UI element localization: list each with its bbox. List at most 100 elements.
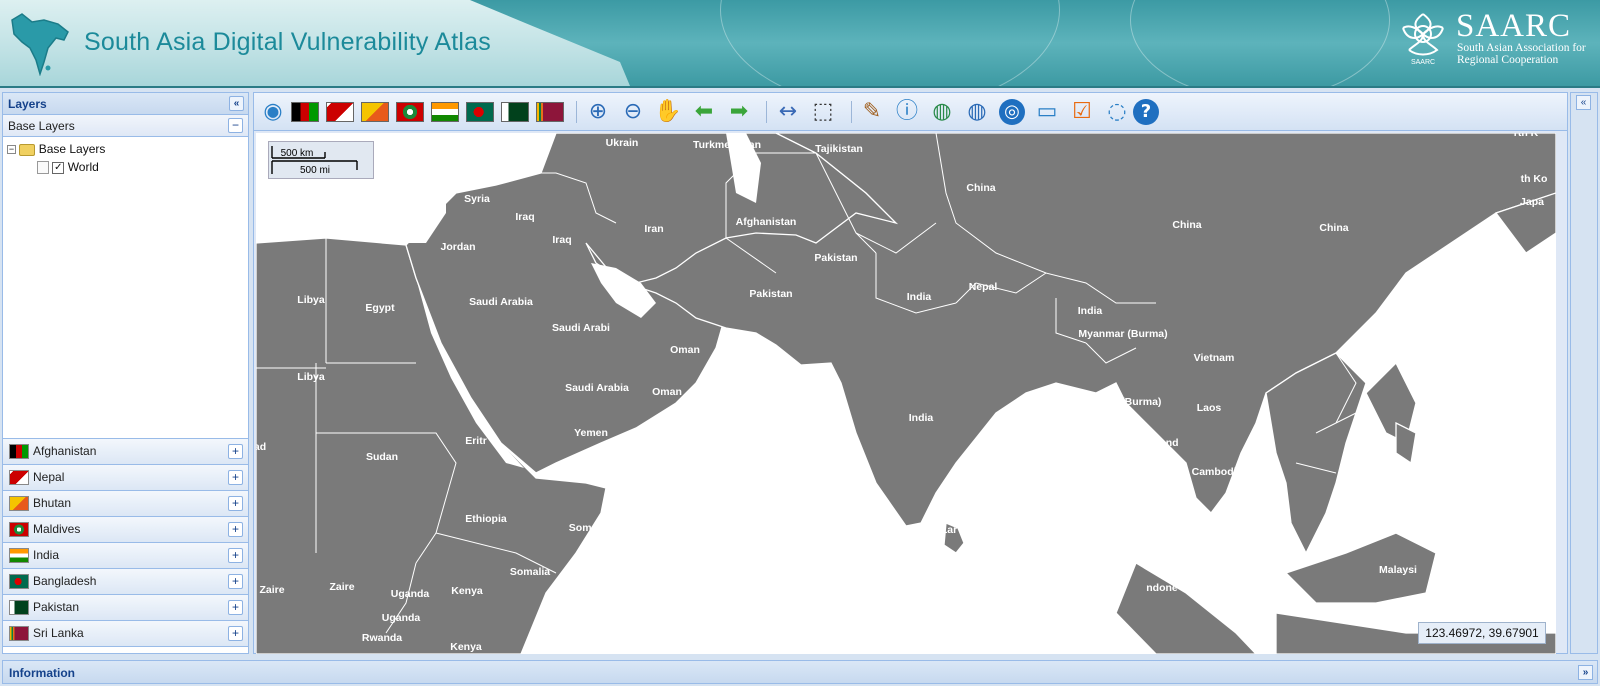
map-label: India (909, 412, 934, 424)
tree-node-world[interactable]: ✓ World (7, 158, 244, 176)
country-section-nepal[interactable]: Nepal + (3, 465, 248, 491)
world-layer-checkbox[interactable]: ✓ (52, 161, 65, 174)
globe-check-icon[interactable]: ◍ (928, 98, 956, 126)
nepal-flag-icon-swatch (326, 102, 354, 122)
map-label: Jordan (440, 241, 475, 253)
world-view-icon[interactable]: ◎ (998, 98, 1026, 126)
forward-arrow-icon[interactable]: ➡ (725, 98, 753, 126)
map-label: Tajikistan (815, 143, 863, 155)
map-canvas[interactable]: Turkey Ukrain Turkmenistan Tajikistan China C… (256, 133, 1556, 654)
zoom-out-icon[interactable]: ⊖ (619, 98, 647, 126)
print-icon[interactable]: ▭ (1033, 98, 1061, 126)
map-label: Uganda (382, 612, 421, 624)
map-view[interactable]: Turkey Ukrain Turkmenistan Tajikistan China C… (256, 133, 1556, 654)
expand-plus-icon[interactable]: + (228, 522, 243, 537)
right-panel-collapsed[interactable]: « (1570, 92, 1598, 654)
bangladesh-flag-icon[interactable] (466, 98, 494, 126)
layers-panel-header: Layers « (3, 93, 248, 115)
expand-plus-icon[interactable]: + (228, 496, 243, 511)
country-section-maldives[interactable]: Maldives + (3, 517, 248, 543)
india-flag-icon-swatch (431, 102, 459, 122)
map-label: Somali (569, 522, 604, 534)
expand-plus-icon[interactable]: + (228, 626, 243, 641)
double-chevron-down-icon[interactable]: » (1578, 665, 1593, 680)
collapse-minus-icon[interactable]: − (228, 118, 243, 133)
country-section-bhutan[interactable]: Bhutan + (3, 491, 248, 517)
pakistan-flag-icon-swatch (501, 102, 529, 122)
pan-hand-icon[interactable]: ✋ (654, 98, 682, 126)
toolbar-separator (576, 101, 577, 123)
information-panel-header[interactable]: Information » (2, 660, 1598, 684)
map-panel: ◉ ⊕ ⊖ ✋ ⬅ ➡ ↔ ⬚ ✎ ⓘ ◍ ◍ ◎ ▭ ☑ ◌? Turkey … (253, 92, 1568, 654)
bhutan-flag-icon[interactable] (361, 98, 389, 126)
country-sections: Afghanistan + Nepal + Bhutan + Maldives + India +… (3, 439, 248, 647)
globe-download-icon[interactable]: ◌ (1103, 98, 1131, 126)
map-label: Afghanistan (736, 216, 797, 228)
base-layers-section-header[interactable]: Base Layers − (3, 115, 248, 137)
nepal-flag-icon[interactable] (326, 98, 354, 126)
double-chevron-left-icon[interactable]: « (229, 96, 244, 111)
edit-notes-icon[interactable]: ✎ (858, 98, 886, 126)
cursor-coordinates: 123.46972, 39.67901 (1418, 622, 1546, 644)
globe-badge-icon-glyph: ◍ (967, 99, 987, 124)
scale-km-label: 500 km (281, 148, 314, 159)
zoom-full-extent-icon[interactable]: ◉ (259, 98, 287, 126)
country-section-label: Maldives (33, 522, 81, 536)
country-section-bangladesh[interactable]: Bangladesh + (3, 569, 248, 595)
south-asia-map-logo-icon (11, 13, 69, 76)
tree-collapse-icon[interactable]: − (7, 145, 16, 155)
measure-area-icon[interactable]: ⬚ (809, 98, 837, 126)
saarc-emblem-icon: SAARC (1402, 13, 1444, 66)
header-swirl (720, 0, 1060, 86)
country-section-afghanistan[interactable]: Afghanistan + (3, 439, 248, 465)
pakistan-flag-icon (9, 600, 29, 616)
india-flag-icon[interactable] (431, 98, 459, 126)
expand-plus-icon[interactable]: + (228, 470, 243, 485)
map-label: China (1319, 222, 1348, 234)
afghanistan-flag-icon (9, 444, 29, 460)
maldives-flag-icon (9, 522, 29, 538)
map-label: Iraq (515, 211, 534, 223)
sri-lanka-flag-icon[interactable] (536, 98, 564, 126)
map-label: Turkey (426, 139, 460, 151)
scale-bar-graphic: 500 km 500 mi (271, 146, 358, 176)
map-label: China (966, 182, 995, 194)
map-label: Cambodia (1192, 466, 1243, 478)
toolbar-separator (766, 101, 767, 123)
layer-tree: − Base Layers ✓ World (3, 137, 248, 439)
expand-plus-icon[interactable]: + (228, 444, 243, 459)
map-label: China (1172, 219, 1201, 231)
map-label: Saudi Arabia (565, 382, 629, 394)
measure-distance-icon[interactable]: ↔ (774, 98, 802, 126)
info-icon[interactable]: ⓘ (893, 98, 921, 126)
country-section-india[interactable]: India + (3, 543, 248, 569)
help-icon[interactable]: ? (1132, 98, 1160, 126)
country-section-pakistan[interactable]: Pakistan + (3, 595, 248, 621)
zoom-in-icon[interactable]: ⊕ (584, 98, 612, 126)
saarc-brand-subtitle: South Asian Association for Regional Coo… (1457, 42, 1586, 66)
double-chevron-left-icon[interactable]: « (1576, 95, 1591, 110)
afghanistan-flag-icon[interactable] (291, 98, 319, 126)
globe-badge-icon[interactable]: ◍ (963, 98, 991, 126)
sri-lanka-flag-icon (9, 626, 29, 642)
expand-plus-icon[interactable]: + (228, 574, 243, 589)
sri-lanka-flag-icon-swatch (536, 102, 564, 122)
layers-panel: Layers « Base Layers − − Base Layers ✓ W… (2, 92, 249, 654)
tree-node-base-layers[interactable]: − Base Layers (7, 140, 244, 158)
expand-plus-icon[interactable]: + (228, 548, 243, 563)
back-arrow-icon[interactable]: ⬅ (690, 98, 718, 126)
help-icon-glyph: ? (1133, 99, 1159, 125)
information-panel-title: Information (9, 666, 75, 680)
base-layers-section-title: Base Layers (8, 119, 75, 133)
map-label: Oman (670, 344, 700, 356)
map-label: Thailand (1135, 437, 1178, 449)
pakistan-flag-icon[interactable] (501, 98, 529, 126)
zoom-in-icon-glyph: ⊕ (588, 99, 608, 124)
country-section-sri-lanka[interactable]: Sri Lanka + (3, 621, 248, 647)
expand-plus-icon[interactable]: + (228, 600, 243, 615)
map-label: Syria (464, 193, 490, 205)
country-section-label: Nepal (33, 470, 65, 484)
map-label: Japa (1520, 196, 1544, 208)
checklist-icon[interactable]: ☑ (1068, 98, 1096, 126)
maldives-flag-icon[interactable] (396, 98, 424, 126)
